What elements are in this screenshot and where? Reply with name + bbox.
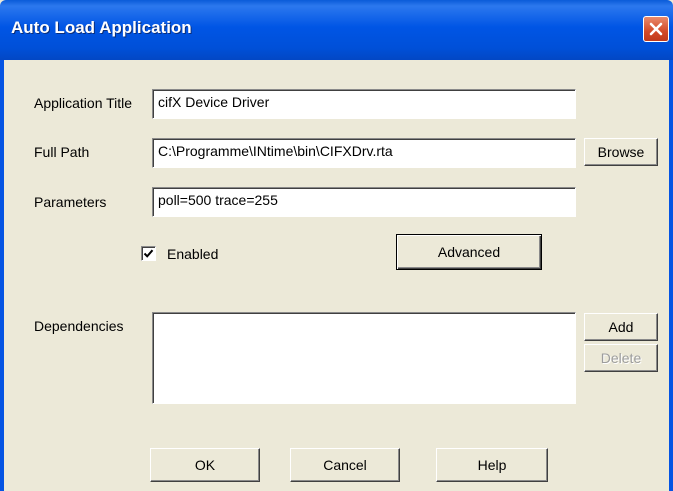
app-title-label: Application Title (34, 95, 132, 111)
window-frame-left (0, 60, 4, 491)
help-button-label: Help (477, 457, 507, 473)
parameters-label: Parameters (34, 194, 107, 210)
browse-button-label: Browse (597, 144, 645, 160)
delete-button: Delete (584, 344, 658, 372)
app-title-label-text: Application Title (34, 95, 133, 111)
window-title: Auto Load Application (11, 18, 192, 37)
browse-button[interactable]: Browse (584, 138, 658, 166)
checkmark-icon (143, 249, 154, 258)
add-button-label: Add (608, 319, 634, 335)
parameters-input[interactable]: poll=500 trace=255 (152, 187, 576, 217)
advanced-button[interactable]: Advanced (396, 234, 542, 270)
cancel-button-label: Cancel (323, 457, 367, 473)
ok-button-label: OK (194, 457, 216, 473)
auto-load-dialog: Auto Load Application Application Title … (0, 0, 673, 491)
add-button[interactable]: Add (584, 313, 658, 341)
close-button[interactable] (643, 16, 669, 42)
enabled-label[interactable]: Enabled (167, 246, 218, 262)
help-button[interactable]: Help (436, 448, 548, 482)
dependencies-label: Dependencies (34, 318, 124, 334)
advanced-button-label: Advanced (437, 244, 501, 260)
delete-button-label: Delete (600, 350, 642, 366)
dependencies-list[interactable] (152, 312, 576, 404)
full-path-input[interactable]: C:\Programme\INtime\bin\CIFXDrv.rta (152, 138, 576, 168)
full-path-label: Full Path (34, 144, 90, 160)
app-title-input[interactable]: cifX Device Driver (152, 89, 576, 119)
cancel-button[interactable]: Cancel (290, 448, 400, 482)
ok-button[interactable]: OK (150, 448, 260, 482)
close-icon (649, 22, 663, 36)
window-frame-right (669, 60, 673, 491)
title-bar[interactable]: Auto Load Application (0, 0, 673, 60)
enabled-checkbox[interactable] (141, 246, 156, 261)
